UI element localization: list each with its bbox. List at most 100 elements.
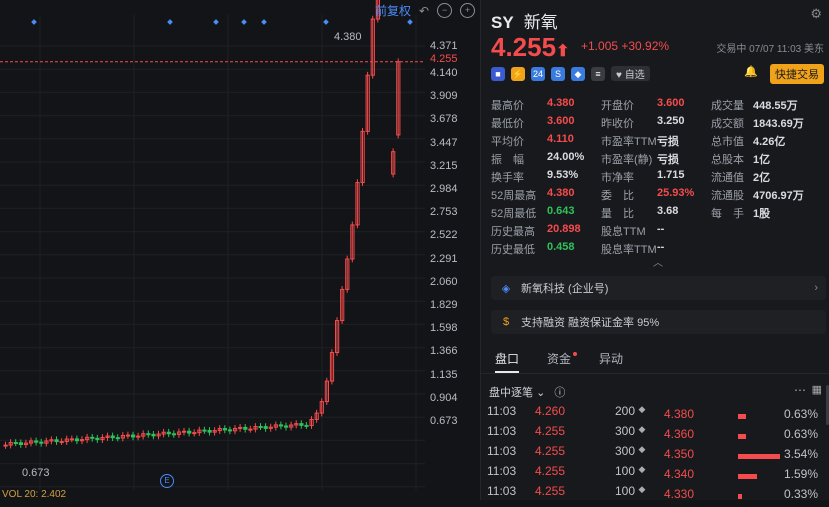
distribution-row: 4.340 1.59% xyxy=(664,467,829,487)
stat-label: 市净率 xyxy=(601,172,634,184)
y-tick-label: 4.371 xyxy=(430,40,458,52)
stats-row: 振 幅 24.00% 市盈率(静) 亏损 总股本 1亿 xyxy=(491,150,826,168)
margin-card[interactable]: $ 支持融资 融资保证金率 95% xyxy=(491,310,826,334)
ticks-header[interactable]: 盘中逐笔 ⌄ ⓘ xyxy=(489,384,565,400)
ticks-header-label: 盘中逐笔 xyxy=(489,387,533,399)
candle-body xyxy=(131,434,136,438)
distribution-row: 4.360 0.63% xyxy=(664,427,829,447)
list-icon[interactable]: ≡ xyxy=(591,66,605,81)
stat-label: 量 比 xyxy=(601,208,634,220)
short-icon[interactable]: S xyxy=(551,66,565,81)
company-card[interactable]: ◈ 新氧科技 (企业号) › xyxy=(491,276,826,300)
candle-body xyxy=(115,437,120,440)
stat-label: 昨收价 xyxy=(601,118,634,130)
tick-price: 4.260 xyxy=(535,404,566,418)
stat-cell: 成交额 1843.69万 xyxy=(711,115,821,131)
stat-value: 4.26亿 xyxy=(753,136,786,148)
candle-body xyxy=(18,442,23,446)
stats-grid: 最高价 4.380 开盘价 3.600 成交量 448.55万 最低价 3.600 昨收价 3.2… xyxy=(491,96,826,258)
candle-body xyxy=(227,429,233,432)
event-marker-icon[interactable]: E xyxy=(160,474,174,488)
event-dot xyxy=(213,19,219,25)
last-price: 4.255⬆ xyxy=(491,32,569,63)
info-icon[interactable]: ⓘ xyxy=(554,387,565,399)
candle-body xyxy=(258,426,263,429)
24h-icon[interactable]: 24 xyxy=(531,66,545,81)
stat-label: 总市值 xyxy=(711,136,744,148)
stat-label: 市盈率(静) xyxy=(601,154,653,166)
y-tick-label: 1.366 xyxy=(430,345,458,358)
stat-value: 亏损 xyxy=(657,154,679,166)
tick-time: 11:03 xyxy=(487,424,517,438)
margin-text: 支持融资 融资保证金率 95% xyxy=(521,317,660,329)
stat-value: 448.55万 xyxy=(753,100,798,112)
y-tick-label: 3.447 xyxy=(430,136,458,149)
candle-body xyxy=(146,433,151,436)
stat-value: 3.600 xyxy=(657,97,685,109)
event-dot xyxy=(407,19,413,25)
stat-label: 市盈率TTM xyxy=(601,136,657,148)
company-icon: ◈ xyxy=(501,282,511,295)
stat-label: 振 幅 xyxy=(491,154,524,166)
distribution-row: 4.330 0.33% xyxy=(664,487,829,507)
candle-body xyxy=(69,438,75,441)
distribution-row: 4.380 0.63% xyxy=(664,407,829,427)
add-favorite-button[interactable]: ♥ 自选 xyxy=(611,66,650,81)
stat-value: 4.380 xyxy=(547,187,575,199)
tick-price: 4.255 xyxy=(535,464,566,478)
chevron-right-icon: › xyxy=(814,282,818,294)
stats-row: 平均价 4.110 市盈率TTM 亏损 总市值 4.26亿 xyxy=(491,132,826,150)
stat-value: 亏损 xyxy=(657,136,679,148)
event-dot xyxy=(241,19,247,25)
dist-percent: 1.59% xyxy=(783,467,818,481)
minus-circle-icon[interactable]: − xyxy=(437,3,453,18)
y-tick-label: 2.522 xyxy=(430,229,458,242)
tick-qty: 300 xyxy=(614,424,635,438)
stat-value: 0.643 xyxy=(547,205,575,217)
candle-body xyxy=(151,433,156,437)
plus-circle-icon[interactable]: + xyxy=(460,3,476,18)
gear-icon[interactable]: ⚙ xyxy=(810,6,822,22)
price-chart[interactable]: 前复权 ↶ − + 4.371 4.255 4.140 3.909 3.678 3.447… xyxy=(0,0,480,500)
stat-value: 1843.69万 xyxy=(753,118,804,130)
candle-body xyxy=(304,424,309,427)
stat-value: -- xyxy=(657,223,665,235)
y-tick-label: 1.829 xyxy=(430,299,458,311)
arrow-up-icon: ⬆ xyxy=(556,43,570,60)
candle-body xyxy=(136,435,141,438)
y-tick-label: 4.140 xyxy=(430,67,458,79)
candle-body xyxy=(263,426,268,429)
collapse-chevron-icon[interactable]: ︿ xyxy=(653,254,663,269)
tab-orderbook[interactable]: 盘口 xyxy=(495,345,520,373)
more-icon[interactable]: ⋯ xyxy=(794,383,806,397)
stat-cell: 市净率 1.715 xyxy=(601,169,711,185)
y-tick-label: 2.291 xyxy=(430,252,458,265)
bell-icon[interactable]: 🔔 xyxy=(744,65,758,78)
tick-row: 11:03 4.255 100 ◆ xyxy=(481,464,661,484)
high-price-label: 4.380 xyxy=(334,31,362,43)
stat-value: 1亿 xyxy=(753,154,771,166)
adjust-mode-link[interactable]: 前复权 xyxy=(375,2,411,19)
lightning-icon[interactable]: ⚡ xyxy=(511,66,525,81)
dist-percent: 0.33% xyxy=(783,487,818,501)
stat-cell: 开盘价 3.600 xyxy=(601,97,711,113)
tick-price: 4.255 xyxy=(535,424,566,438)
candlestick-chart[interactable] xyxy=(0,0,480,500)
candle-body xyxy=(110,435,115,439)
notify-dot xyxy=(573,352,578,356)
stat-cell: 量 比 3.68 xyxy=(601,205,711,221)
y-tick-label: 0.904 xyxy=(430,391,458,404)
event-dot xyxy=(261,19,267,25)
tab-capital[interactable]: 资金 xyxy=(547,345,578,373)
candle-body xyxy=(34,440,39,443)
stat-value: 3.250 xyxy=(657,115,685,127)
dist-price: 4.330 xyxy=(664,487,695,501)
stat-value: 0.458 xyxy=(547,241,575,253)
tag-icon[interactable]: ◆ xyxy=(571,66,585,81)
quick-trade-button[interactable]: 快捷交易 xyxy=(770,64,824,84)
grid-icon[interactable]: ▦ xyxy=(812,383,822,396)
candle-body xyxy=(243,426,248,430)
tab-anomaly[interactable]: 异动 xyxy=(599,345,623,373)
undo-icon[interactable]: ↶ xyxy=(419,4,429,18)
stat-cell: 52周最低 0.643 xyxy=(491,205,601,221)
